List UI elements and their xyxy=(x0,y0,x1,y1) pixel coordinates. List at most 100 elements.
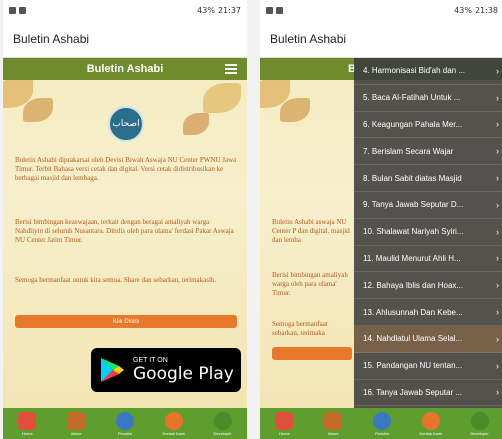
drawer-item-label: 15. Pandangan NU tentan... xyxy=(363,361,463,371)
app-title: Buletin Ashabi xyxy=(270,31,347,46)
drawer-item[interactable]: 4. Harmonisasi Bid'ah dan ... › xyxy=(354,58,502,85)
status-bar: 43% 21:37 xyxy=(3,0,247,20)
chevron-right-icon: › xyxy=(496,173,499,184)
chevron-right-icon: › xyxy=(496,226,499,237)
clock: 21:38 xyxy=(474,5,498,15)
drawer-item-label: 16. Tanya Jawab Seputar ... xyxy=(363,387,463,397)
hamburger-menu-icon[interactable] xyxy=(225,64,237,74)
chat-icon xyxy=(164,411,183,430)
nav-developer[interactable]: Developer xyxy=(458,411,502,436)
drawer-item[interactable]: 13. Ahlusunnah Dan Kebe... › xyxy=(354,299,502,326)
app-bar: Buletin Ashabi xyxy=(3,20,247,58)
chevron-right-icon: › xyxy=(496,280,499,291)
app-title: Buletin Ashabi xyxy=(13,31,90,46)
drawer-item[interactable]: 16. Tanya Jawab Seputar ... › xyxy=(354,380,502,407)
nav-label: Home xyxy=(22,430,33,436)
drawer-item[interactable]: 9. Tanya Jawab Seputar D... › xyxy=(354,192,502,219)
drawer-item[interactable]: 12. Bahaya Iblis dan Hoax... › xyxy=(354,272,502,300)
drawer-item-label: 5. Baca Al-Fatihah Untuk ... xyxy=(363,93,461,103)
nav-label: Penulisi xyxy=(374,430,389,436)
nav-developer[interactable]: Developer xyxy=(201,411,245,436)
intro-paragraph: Buletin Ashabi diprakarsai oleh Devisi B… xyxy=(15,156,237,182)
click-here-button[interactable] xyxy=(272,347,352,360)
notification-icon xyxy=(276,6,283,14)
leaf-decoration xyxy=(280,98,310,122)
nav-label: Developer xyxy=(470,430,489,436)
drawer-item-label: 9. Tanya Jawab Seputar D... xyxy=(363,200,464,210)
click-here-button[interactable]: Klik Disini xyxy=(15,315,237,328)
nav-label: Ilstore xyxy=(327,430,339,436)
drawer-item-label: 4. Harmonisasi Bid'ah dan ... xyxy=(363,66,466,76)
drawer-item-label: 10. Shalawat Nariyah Syiri... xyxy=(363,227,464,237)
drawer-item-label: 8. Bulan Sabit diatas Masjid xyxy=(363,173,462,183)
chevron-right-icon: › xyxy=(496,333,499,344)
nav-ilstore[interactable]: Ilstore xyxy=(54,411,98,436)
chevron-right-icon: › xyxy=(496,360,499,371)
home-icon xyxy=(18,411,37,430)
leaf-decoration xyxy=(183,113,209,135)
nav-label: Home xyxy=(279,430,290,436)
nav-penulis[interactable]: Penulisi xyxy=(360,411,404,436)
notification-icon xyxy=(266,6,273,14)
battery-percent: 43% xyxy=(454,5,472,15)
status-bar: 43% 21:38 xyxy=(260,0,502,20)
book-icon xyxy=(324,411,343,430)
nav-label: Ilstore xyxy=(70,430,82,436)
bottom-nav: Home Ilstore Penulisi Kontak Kami Develo… xyxy=(260,408,502,439)
developer-icon xyxy=(470,411,489,430)
google-play-small-text: GET IT ON xyxy=(133,356,168,364)
drawer-item[interactable]: 10. Shalawat Nariyah Syiri... › xyxy=(354,219,502,246)
nav-label: Penulisi xyxy=(117,430,132,436)
chevron-right-icon: › xyxy=(496,65,499,76)
writer-icon xyxy=(372,411,391,430)
chevron-right-icon: › xyxy=(496,92,499,103)
phone-screen-drawer: 43% 21:38 Buletin Ashabi B Buletin Ashab… xyxy=(260,0,502,439)
nav-contact[interactable]: Kontak Kami xyxy=(409,411,453,436)
description-paragraph: Berisi bimbingan amaliyah warga oleh par… xyxy=(272,271,348,297)
chevron-right-icon: › xyxy=(496,387,499,398)
drawer-item[interactable]: 14. Nahdlatul Ulama Selal... › xyxy=(354,325,502,353)
notification-icon xyxy=(19,6,26,14)
nav-label: Kontak Kami xyxy=(419,430,443,436)
closing-paragraph: Semoga bermanfaat sebarkan, terimaka xyxy=(272,320,328,337)
clock: 21:37 xyxy=(217,5,241,15)
chevron-right-icon: › xyxy=(496,199,499,210)
home-icon xyxy=(275,411,294,430)
chat-icon xyxy=(421,411,440,430)
drawer-item[interactable]: 15. Pandangan NU tentan... › xyxy=(354,353,502,380)
home-content: Buletin Ashabi اصحاب Buletin Ashabi dipr… xyxy=(3,58,247,408)
google-play-badge[interactable]: GET IT ON Google Play xyxy=(91,348,241,392)
app-logo: اصحاب xyxy=(108,106,144,142)
closing-paragraph: Semoga bermanfaat untuk kita semua. Shar… xyxy=(15,276,217,284)
home-content-behind-drawer: B Buletin Ashabi aswaja NU Center P dan … xyxy=(260,58,502,408)
leaf-decoration xyxy=(23,98,53,122)
drawer-item[interactable]: 7. Berislam Secara Wajar › xyxy=(354,138,502,166)
chevron-right-icon: › xyxy=(496,119,499,130)
phone-screen-home: 43% 21:37 Buletin Ashabi Buletin Ashabi … xyxy=(3,0,247,439)
bottom-nav: Home Ilstore Penulisi Kontak Kami Develo… xyxy=(3,408,247,439)
nav-penulis[interactable]: Penulisi xyxy=(103,411,147,436)
drawer-item[interactable]: 8. Bulan Sabit diatas Masjid › xyxy=(354,165,502,192)
battery-percent: 43% xyxy=(197,5,215,15)
drawer-item[interactable]: 11. Maulid Menurut Ahli H... › xyxy=(354,246,502,273)
drawer-item-label: 7. Berislam Secara Wajar xyxy=(363,146,454,156)
navigation-drawer: 4. Harmonisasi Bid'ah dan ... › 5. Baca Al… xyxy=(354,58,502,408)
nav-home[interactable]: Home xyxy=(5,411,49,436)
drawer-item[interactable]: 6. Keagungan Pahala Mer... › xyxy=(354,112,502,139)
drawer-item-label: 12. Bahaya Iblis dan Hoax... xyxy=(363,280,464,290)
description-paragraph: Berisi bimbingan keaswajaan, terkait den… xyxy=(15,218,234,244)
google-play-big-text: Google Play xyxy=(133,363,234,384)
book-icon xyxy=(67,411,86,430)
google-play-icon xyxy=(101,358,124,382)
banner-title: Buletin Ashabi xyxy=(3,58,247,80)
nav-ilstore[interactable]: Ilstore xyxy=(311,411,355,436)
app-bar: Buletin Ashabi xyxy=(260,20,502,58)
writer-icon xyxy=(115,411,134,430)
drawer-item-label: 11. Maulid Menurut Ahli H... xyxy=(363,253,461,263)
chevron-right-icon: › xyxy=(496,253,499,264)
drawer-item[interactable]: 5. Baca Al-Fatihah Untuk ... › xyxy=(354,85,502,112)
chevron-right-icon: › xyxy=(496,307,499,318)
nav-contact[interactable]: Kontak Kami xyxy=(152,411,196,436)
developer-icon xyxy=(213,411,232,430)
nav-home[interactable]: Home xyxy=(262,411,306,436)
